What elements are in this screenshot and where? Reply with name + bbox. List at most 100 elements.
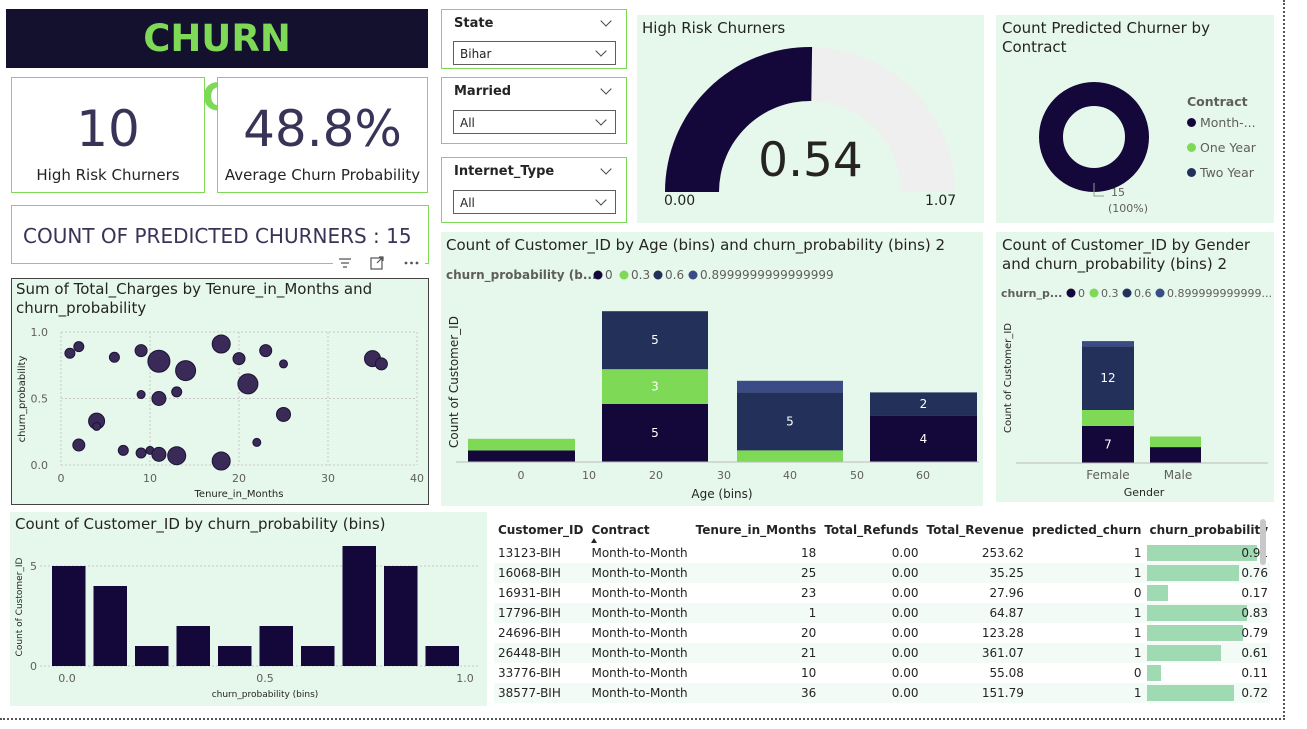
chevron-down-icon xyxy=(595,45,607,57)
column-header[interactable]: Contract xyxy=(587,517,691,543)
column-header[interactable]: churn_probability xyxy=(1145,517,1270,543)
y-axis-title: churn_probability xyxy=(17,356,28,443)
churn-table[interactable]: Customer_ID Contract Tenure_in_Months To… xyxy=(494,517,1270,706)
data-label: 5 xyxy=(651,333,659,347)
table-row[interactable]: 38577-BIH Month-to-Month 36 0.00 151.79 1 0.72 xyxy=(494,683,1270,703)
slicer-state-value: Bihar xyxy=(460,47,492,61)
legend-dot-icon xyxy=(1066,288,1076,298)
table-row[interactable]: 26448-BIH Month-to-Month 21 0.00 361.07 1 0.61 xyxy=(494,643,1270,663)
table-scrollbar[interactable] xyxy=(1260,519,1266,565)
chevron-down-icon[interactable] xyxy=(600,15,612,27)
x-tick-label: 10 xyxy=(582,469,596,482)
x-axis-title: Tenure_in_Months xyxy=(194,489,284,500)
table-row[interactable]: 16931-BIH Month-to-Month 23 0.00 27.96 0 0.17 xyxy=(494,583,1270,603)
data-bar xyxy=(1147,565,1239,581)
table-cell: 55.08 xyxy=(989,666,1024,680)
more-options-icon[interactable] xyxy=(403,257,421,269)
x-tick-label: 50 xyxy=(850,469,864,482)
table-cell: 1 xyxy=(1133,606,1142,620)
legend-dot-icon xyxy=(1089,288,1099,298)
dashboard-title-banner: CHURN PREDICTIONS xyxy=(6,9,428,119)
slicer-internet-type-value: All xyxy=(460,196,475,210)
data-label: 4 xyxy=(920,432,928,446)
x-tick-label: 0.5 xyxy=(256,672,274,685)
column-header[interactable]: Customer_ID xyxy=(494,517,587,543)
chevron-down-icon[interactable] xyxy=(600,83,612,95)
table-cell: 24696-BIH xyxy=(498,626,561,640)
table-cell: 0.00 xyxy=(891,666,919,680)
legend-label: 0.899999999999... xyxy=(1167,287,1272,300)
slicer-state[interactable]: State Bihar xyxy=(441,9,627,69)
slicer-state-label: State xyxy=(454,16,494,31)
x-tick-label: 20 xyxy=(232,472,246,485)
scatter-visual[interactable]: Sum of Total_Charges by Tenure_in_Months… xyxy=(11,278,429,505)
slicer-state-dropdown[interactable]: Bihar xyxy=(453,41,616,65)
table-cell: Month-to-Month xyxy=(591,586,688,600)
histogram-visual[interactable]: Count of Customer_ID by churn_probabilit… xyxy=(10,512,487,706)
donut-visual[interactable]: Count Predicted Churner by Contract 15 (… xyxy=(996,15,1274,223)
table-row[interactable]: 17796-BIH Month-to-Month 1 0.00 64.87 1 0.83 xyxy=(494,603,1270,623)
table-cell: 17796-BIH xyxy=(498,606,561,620)
kpi-avg-prob-label: Average Churn Probability xyxy=(224,166,421,184)
x-axis-title: churn_probability (bins) xyxy=(212,690,319,700)
table-cell: 38577-BIH xyxy=(498,686,561,700)
slicer-married[interactable]: Married All xyxy=(441,77,627,144)
histogram-bar xyxy=(425,646,459,666)
data-bar xyxy=(1147,625,1243,641)
table-cell: 253.62 xyxy=(981,546,1024,560)
sort-ascending-icon xyxy=(591,538,598,543)
table-cell: 16931-BIH xyxy=(498,586,561,600)
legend-label: 0.3 xyxy=(1101,287,1119,300)
x-tick-label: Female xyxy=(1086,468,1129,482)
table-row[interactable]: 16068-BIH Month-to-Month 25 0.00 35.25 1 0.76 xyxy=(494,563,1270,583)
table-header-row: Customer_ID Contract Tenure_in_Months To… xyxy=(494,517,1270,543)
donut-legend-item[interactable]: Month-... xyxy=(1187,115,1256,140)
slicer-married-dropdown[interactable]: All xyxy=(453,110,616,134)
age-chart-visual[interactable]: Count of Customer_ID by Age (bins) and c… xyxy=(441,232,983,506)
age-stacked-bar-chart: 5355420 10 20 30 40 50 60Age (bins)Count of Cu… xyxy=(446,268,979,501)
slicer-internet-type-dropdown[interactable]: All xyxy=(453,190,616,214)
table-cell: 0.00 xyxy=(891,686,919,700)
gender-chart-visual[interactable]: Count of Customer_ID by Gender and churn… xyxy=(996,232,1274,502)
table-row[interactable]: 13123-BIH Month-to-Month 18 0.00 253.62 1 0.91 xyxy=(494,543,1270,563)
x-tick-label: 0 xyxy=(58,472,65,485)
data-label: 5 xyxy=(651,426,659,440)
focus-mode-icon[interactable] xyxy=(369,255,385,271)
kpi-avg-prob-card: 48.8% Average Churn Probability xyxy=(217,77,428,193)
gauge-visual[interactable]: High Risk Churners 0.54 0.00 1.07 xyxy=(637,15,984,223)
histogram-bar xyxy=(135,646,169,666)
scatter-point xyxy=(232,352,246,366)
table-cell: 0.00 xyxy=(891,546,919,560)
stacked-bar-segment xyxy=(468,438,575,451)
scatter-point xyxy=(151,391,167,406)
x-tick-label: 20 xyxy=(649,469,663,482)
y-tick-label: 0.5 xyxy=(31,393,49,406)
table-cell: 0.00 xyxy=(891,606,919,620)
table-cell: 1 xyxy=(1133,626,1142,640)
table-row[interactable]: 24696-BIH Month-to-Month 20 0.00 123.28 1 0.79 xyxy=(494,623,1270,643)
table-row[interactable]: 33776-BIH Month-to-Month 10 0.00 55.08 0 0.11 xyxy=(494,663,1270,683)
scatter-chart: 0 10 20 30 40 0.0 0.5 1.0 Tenure_in_Months churn_… xyxy=(17,326,424,500)
scatter-point xyxy=(211,451,231,471)
x-tick-label: 0.0 xyxy=(58,672,76,685)
x-tick-label: Male xyxy=(1164,468,1192,482)
column-header[interactable]: predicted_churn xyxy=(1028,517,1146,543)
chevron-down-icon[interactable] xyxy=(600,163,612,175)
column-header[interactable]: Total_Refunds xyxy=(820,517,922,543)
legend-title: churn_probability (b... xyxy=(446,268,597,283)
stacked-bar-segment xyxy=(737,450,843,462)
column-header[interactable]: Tenure_in_Months xyxy=(692,517,821,543)
table-cell: 0 xyxy=(1133,586,1142,600)
filter-icon[interactable] xyxy=(337,256,353,270)
scatter-point xyxy=(92,421,102,431)
scatter-point xyxy=(136,390,146,400)
table-cell: 1 xyxy=(1133,566,1142,580)
y-axis-title: Count of Customer_ID xyxy=(1003,323,1014,433)
donut-legend-item[interactable]: One Year xyxy=(1187,140,1256,165)
donut-legend-item[interactable]: Two Year xyxy=(1187,165,1256,190)
data-bar xyxy=(1147,665,1161,681)
table-cell: 0.83 xyxy=(1145,603,1270,623)
column-header[interactable]: Total_Revenue xyxy=(923,517,1028,543)
slicer-internet-type[interactable]: Internet_Type All xyxy=(441,157,627,223)
stacked-bar-segment xyxy=(737,380,843,393)
